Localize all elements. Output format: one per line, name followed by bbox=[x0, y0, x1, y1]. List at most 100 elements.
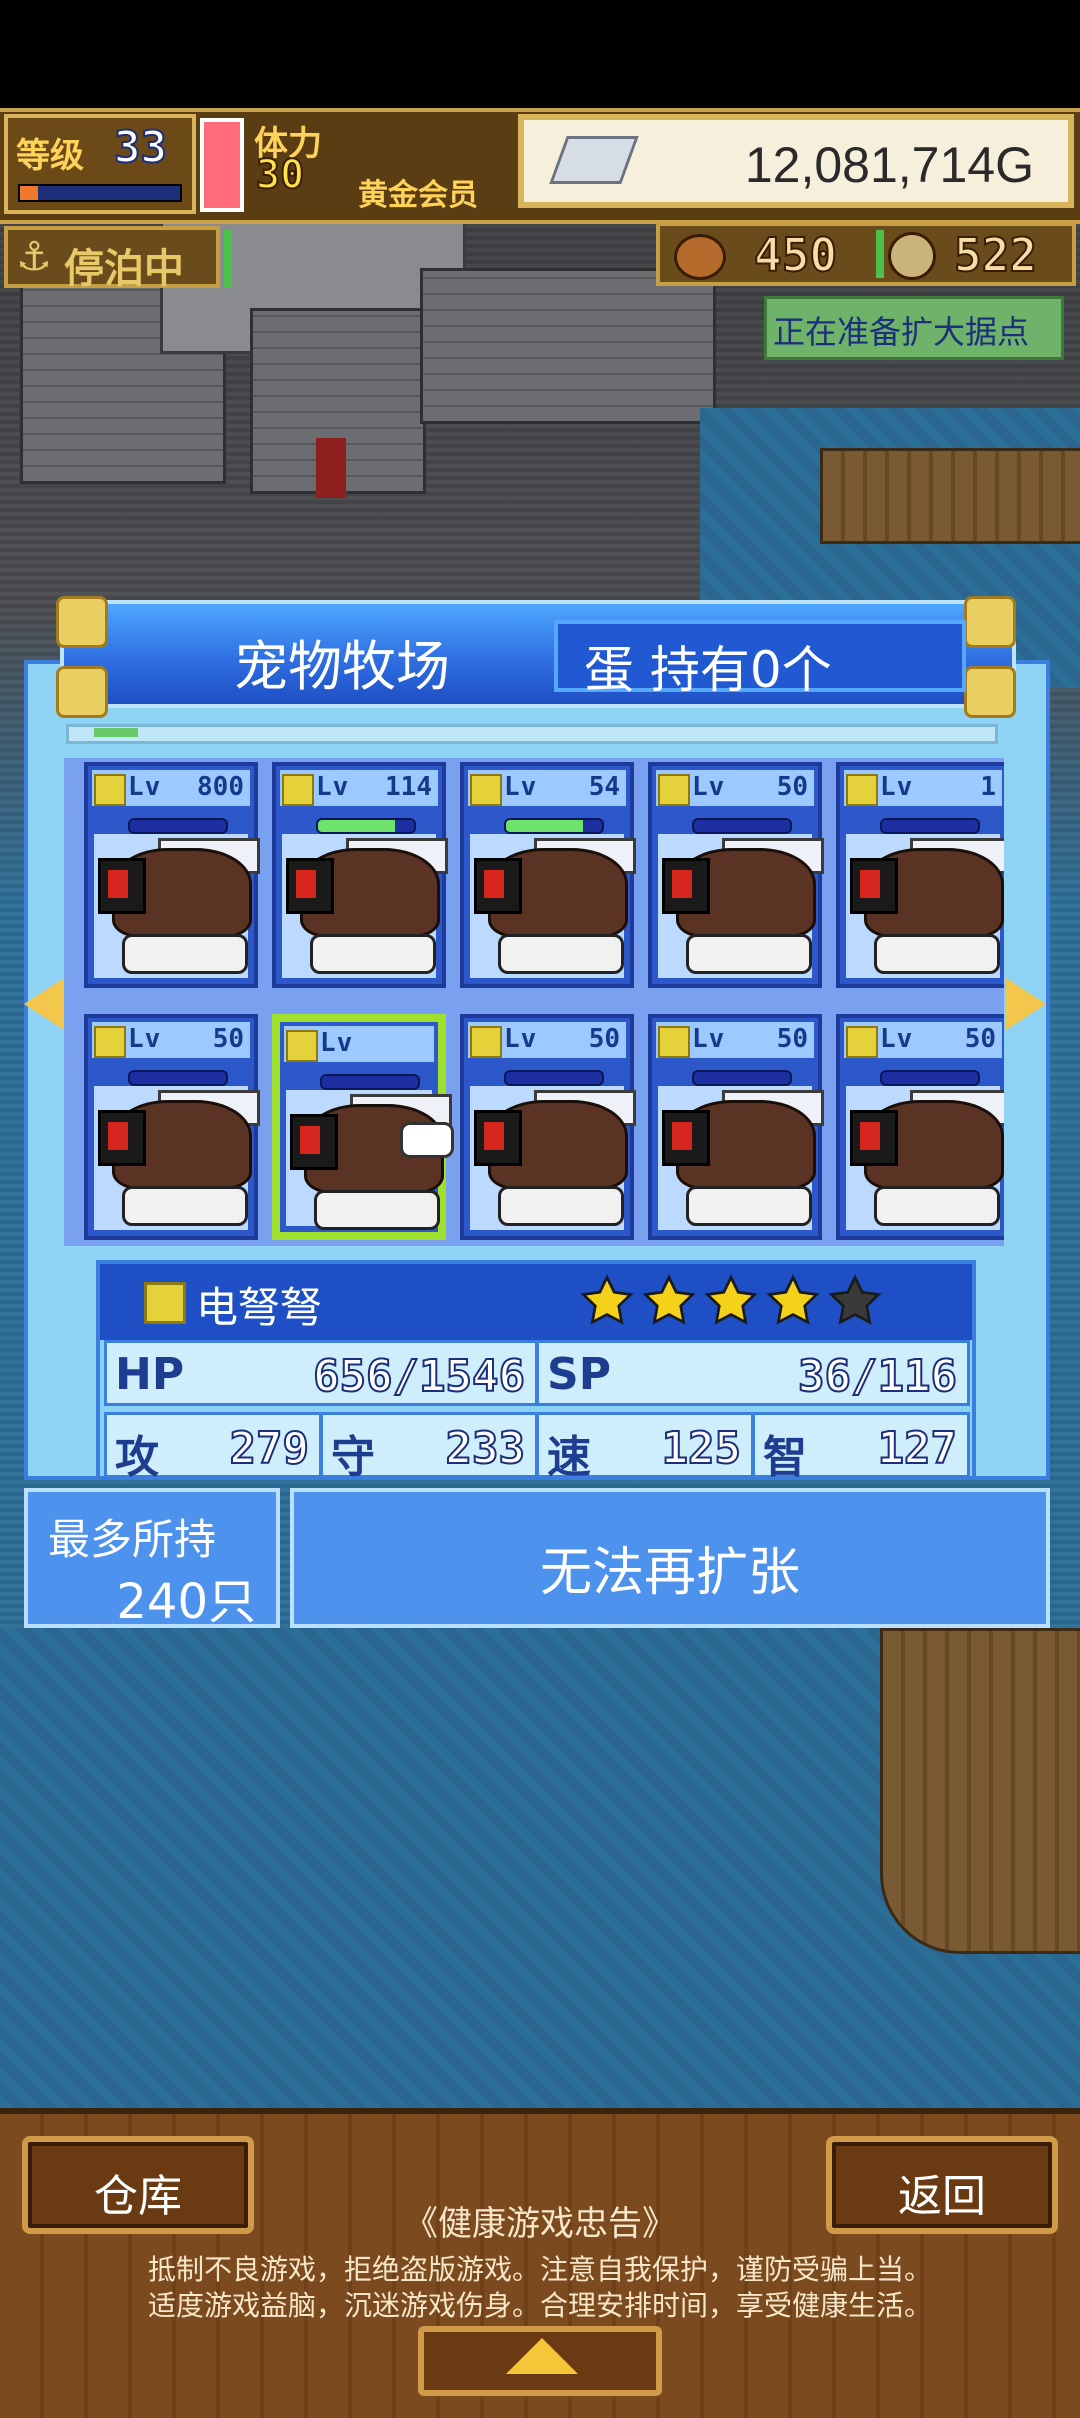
membership-label: 黄金会员 bbox=[358, 178, 478, 213]
intelligence-value: 127 bbox=[877, 1422, 958, 1475]
expansion-text: 正在准备扩大据点 bbox=[773, 313, 1030, 351]
stamina-gauge bbox=[200, 118, 244, 212]
panel-title: 宠物牧场 bbox=[234, 635, 450, 698]
next-page-arrow-icon[interactable] bbox=[1006, 978, 1046, 1030]
speed-value: 125 bbox=[661, 1422, 742, 1475]
star-filled-icon bbox=[704, 1274, 758, 1325]
slot-level-value: 1 bbox=[980, 772, 996, 802]
pet-slot[interactable]: Lv 50 bbox=[648, 762, 824, 988]
page-scrollbar[interactable] bbox=[66, 724, 998, 744]
pet-sprite bbox=[470, 1086, 636, 1230]
anchor-icon: ⚓ bbox=[16, 234, 52, 280]
pet-sprite bbox=[282, 834, 448, 978]
slot-level: Lv bbox=[128, 1024, 162, 1054]
electric-element-icon bbox=[282, 774, 314, 806]
resource-box: 450 522 bbox=[656, 222, 1076, 286]
pet-name: 电弩弩 bbox=[196, 1283, 323, 1332]
slot-level: Lv bbox=[504, 772, 538, 802]
prev-page-arrow-icon[interactable] bbox=[24, 978, 64, 1030]
pet-slot[interactable]: Lv 114 bbox=[272, 762, 448, 988]
resource-a-value: 450 bbox=[753, 227, 838, 283]
pet-slot[interactable]: Lv bbox=[272, 1014, 454, 1240]
silver-ingot-icon bbox=[549, 136, 639, 184]
pointer-hand-icon bbox=[400, 1122, 454, 1158]
electric-element-icon bbox=[144, 1282, 186, 1324]
defense-label: 守 bbox=[331, 1432, 375, 1483]
pet-sprite bbox=[470, 834, 636, 978]
ship bbox=[880, 1628, 1080, 1954]
slot-hp-bar bbox=[504, 1070, 604, 1086]
slot-hp-bar bbox=[320, 1074, 420, 1090]
pet-sprite bbox=[846, 1086, 1004, 1230]
docked-indicator bbox=[224, 230, 232, 288]
pet-sprite bbox=[846, 834, 1004, 978]
hp-value: 656/1546 bbox=[312, 1350, 526, 1403]
scrollbar-thumb[interactable] bbox=[94, 728, 138, 737]
corner-ornament bbox=[964, 666, 1016, 718]
slot-level: Lv bbox=[504, 1024, 538, 1054]
corner-ornament bbox=[964, 596, 1016, 648]
electric-element-icon bbox=[470, 1026, 502, 1058]
pet-sprite bbox=[94, 1086, 260, 1230]
hp-label: HP bbox=[115, 1349, 185, 1400]
gold-display: 12,081,714G bbox=[518, 114, 1074, 208]
slot-level: Lv bbox=[320, 1028, 354, 1058]
slot-level-value: 50 bbox=[776, 1024, 808, 1054]
slot-level: Lv bbox=[692, 772, 726, 802]
pet-sprite bbox=[658, 1086, 824, 1230]
speed-label: 速 bbox=[547, 1432, 591, 1483]
pet-grid: Lv 800 Lv 114 Lv 54 Lv 50 Lv 1 Lv 50 Lv Lv 50 Lv 50 Lv 50 bbox=[64, 758, 1004, 1246]
slot-level-value: 800 bbox=[197, 772, 244, 802]
corner-ornament bbox=[56, 666, 108, 718]
pet-info-header: 电弩弩 bbox=[100, 1264, 972, 1340]
slot-hp-bar bbox=[128, 1070, 228, 1086]
defense-cell: 守 233 bbox=[320, 1412, 538, 1483]
slot-hp-bar bbox=[504, 818, 604, 834]
slot-level: Lv bbox=[316, 772, 350, 802]
egg-count-button[interactable]: 蛋 持有0个 bbox=[554, 620, 966, 699]
slot-hp-bar bbox=[316, 818, 416, 834]
intelligence-label: 智 bbox=[763, 1432, 807, 1483]
up-arrow-icon[interactable] bbox=[506, 2338, 578, 2374]
egg-count-label: 蛋 持有0个 bbox=[584, 641, 832, 699]
castle-door bbox=[316, 438, 346, 498]
slot-level-value: 114 bbox=[385, 772, 432, 802]
attack-value: 279 bbox=[229, 1422, 310, 1475]
pet-sprite bbox=[94, 834, 260, 978]
slot-level: Lv bbox=[128, 772, 162, 802]
pet-slot[interactable]: Lv 50 bbox=[648, 1014, 824, 1240]
electric-element-icon bbox=[286, 1030, 318, 1062]
capacity-label: 最多所持 bbox=[48, 1515, 217, 1564]
health-notice-line2: 适度游戏益脑，沉迷游戏伤身。合理安排时间，享受健康生活。 bbox=[147, 2289, 932, 2322]
electric-element-icon bbox=[94, 1026, 126, 1058]
docked-status: ⚓ 停泊中 bbox=[4, 226, 220, 292]
pet-slot[interactable]: Lv 800 bbox=[84, 762, 260, 988]
health-notice-title: 《健康游戏忠告》 bbox=[404, 2204, 676, 2244]
slot-level: Lv bbox=[880, 772, 914, 802]
pet-slot[interactable]: Lv 54 bbox=[460, 762, 636, 988]
health-notice-line1: 抵制不良游戏，拒绝盗版游戏。注意自我保护，谨防受骗上当。 bbox=[147, 2253, 932, 2286]
stamina-value: 30 bbox=[255, 151, 305, 199]
pet-sprite bbox=[658, 834, 824, 978]
sp-value: 36/116 bbox=[797, 1350, 958, 1403]
star-filled-icon bbox=[766, 1274, 820, 1325]
pet-slot[interactable]: Lv 50 bbox=[84, 1014, 260, 1240]
rarity-stars bbox=[580, 1270, 900, 1334]
pet-slot[interactable]: Lv 1 bbox=[836, 762, 1004, 988]
electric-element-icon bbox=[846, 1026, 878, 1058]
slot-level-value: 50 bbox=[964, 1024, 996, 1054]
slot-hp-bar bbox=[692, 818, 792, 834]
resource-b-value: 522 bbox=[953, 227, 1038, 283]
star-empty-icon bbox=[828, 1274, 882, 1325]
pet-slot[interactable]: Lv 50 bbox=[836, 1014, 1004, 1240]
level-label: 等级 bbox=[16, 136, 84, 176]
exp-bar bbox=[18, 184, 182, 202]
gold-amount: 12,081,714G bbox=[744, 137, 1034, 193]
attack-cell: 攻 279 bbox=[104, 1412, 322, 1483]
expand-button[interactable]: 无法再扩张 bbox=[290, 1488, 1050, 1628]
pet-slot[interactable]: Lv 50 bbox=[460, 1014, 636, 1240]
attack-label: 攻 bbox=[115, 1432, 159, 1483]
electric-element-icon bbox=[94, 774, 126, 806]
slot-hp-bar bbox=[880, 818, 980, 834]
electric-element-icon bbox=[658, 774, 690, 806]
